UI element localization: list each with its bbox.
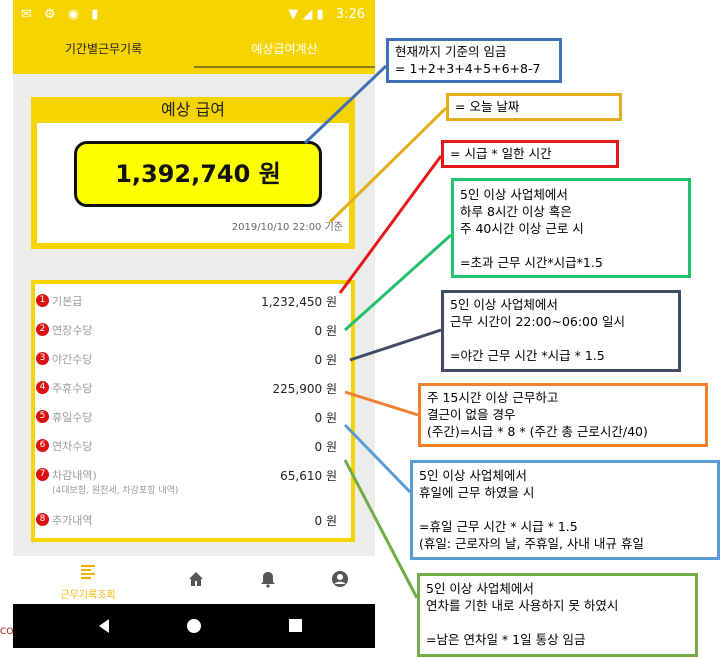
leader-weekly	[344, 390, 419, 417]
callout-date: = 오늘 날짜	[446, 93, 622, 121]
leader-base-pay	[338, 155, 443, 294]
leader-holiday	[343, 423, 412, 494]
leader-annual	[343, 459, 419, 599]
callout-holiday: 5인 이상 사업체에서 휴일에 근무 하였을 시 =휴일 근무 시간 * 시급 …	[410, 460, 720, 560]
leader-date	[328, 106, 448, 224]
callout-overtime: 5인 이상 사업체에서 하루 8시간 이상 혹은 주 40시간 이상 근로 시 …	[451, 178, 691, 278]
callout-total-formula: 현재까지 기준의 임금 = 1+2+3+4+5+6+8-7	[386, 38, 562, 83]
leader-night	[349, 328, 442, 362]
callout-night: 5인 이상 사업체에서 근무 시간이 22:00~06:00 일시 =야간 근무…	[441, 290, 681, 372]
callout-base-pay: = 시급 * 일한 시간	[441, 140, 619, 168]
leader-total	[303, 64, 388, 145]
leader-overtime	[343, 233, 453, 332]
callout-weekly-holiday: 주 15시간 이상 근무하고 결근이 없을 경우 (주간)=시급 * 8 * (…	[418, 383, 708, 447]
callout-annual-leave: 5인 이상 사업체에서 연차를 기한 내로 사용하지 못 하였시 =남은 연차일…	[417, 573, 698, 657]
